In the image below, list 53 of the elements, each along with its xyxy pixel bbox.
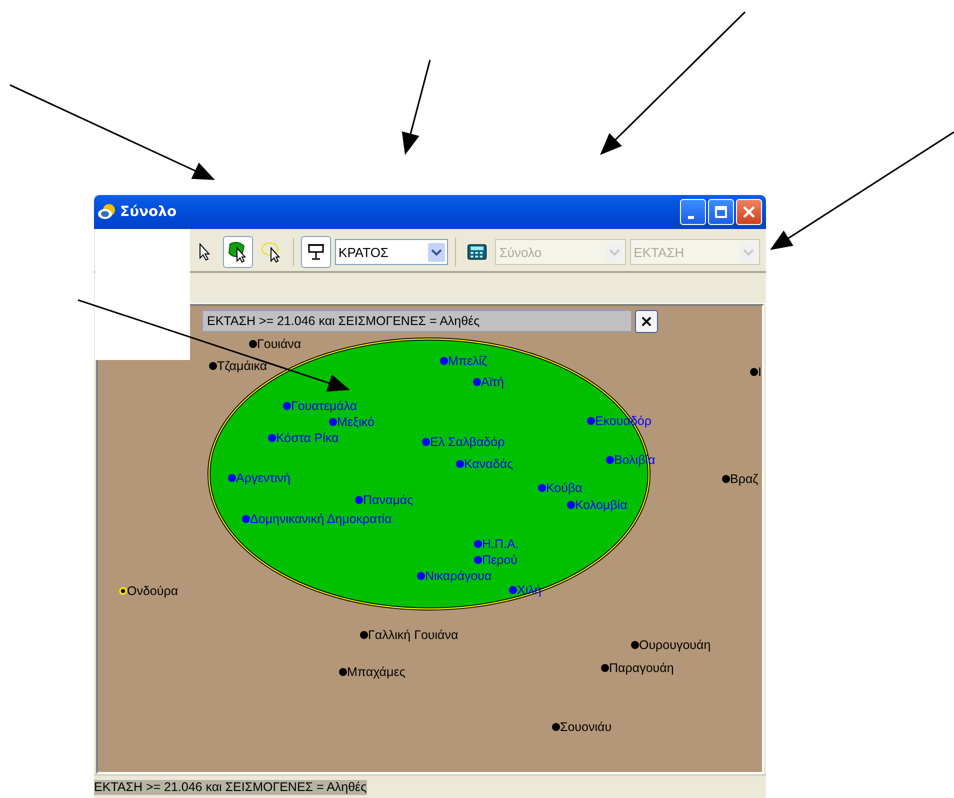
place-label: Καναδάς — [464, 456, 514, 472]
place-label: Γουιάνα — [257, 336, 302, 352]
minimize-button[interactable] — [680, 199, 706, 225]
close-icon — [743, 206, 755, 218]
close-button[interactable] — [635, 310, 658, 333]
close-icon — [641, 316, 652, 327]
minimize-icon — [688, 216, 694, 218]
app-icon — [98, 204, 116, 220]
screen-icon — [306, 243, 325, 261]
place-label: Περού — [482, 552, 518, 568]
place-label: Ελ Σαλβαδόρ — [430, 434, 505, 450]
place-label: Ονδούρα — [127, 583, 178, 599]
place-label: Ουρουγουάη — [639, 637, 711, 653]
map-marker[interactable] — [750, 368, 758, 376]
place-label: Η.Π.Α. — [482, 536, 519, 552]
status-text: ΕΚΤΑΣΗ >= 21.046 και ΣΕΙΣΜΟΓΕΝΕΣ = Αληθές — [94, 780, 367, 795]
place-label: Γαλλική Γουιάνα — [368, 627, 458, 643]
place-label: Δομηνικανική Δημοκρατία — [250, 511, 392, 527]
map-marker[interactable] — [722, 475, 730, 483]
window-title: Σύνολο — [120, 204, 177, 220]
map-marker[interactable] — [601, 664, 609, 672]
map-marker[interactable] — [360, 631, 368, 639]
filter-text: ΕΚΤΑΣΗ >= 21.046 και ΣΕΙΣΜΟΓΕΝΕΣ = Αληθές — [207, 314, 480, 328]
cursor-icon — [196, 243, 213, 261]
place-label: Κόστα Ρίκα — [276, 430, 339, 446]
place-label: Γουατεμάλα — [291, 398, 358, 414]
place-label: Ι — [758, 364, 762, 380]
map-marker[interactable] — [631, 641, 639, 649]
place-label: Μπελίζ — [448, 353, 488, 369]
layer-dropdown[interactable]: ΚΡΑΤΟΣ — [334, 239, 448, 265]
place-label: Κολομβία — [575, 497, 628, 513]
map-marker[interactable] — [119, 587, 127, 595]
place-label: Κούβα — [546, 480, 582, 496]
calculator-icon[interactable] — [467, 243, 488, 261]
place-label: Μπαχάμες — [347, 664, 406, 680]
map-marker[interactable] — [552, 723, 560, 731]
tool-button[interactable] — [223, 236, 253, 268]
map-marker[interactable] — [209, 362, 217, 370]
maximize-button[interactable] — [708, 199, 734, 225]
place-label: Τζαμάικα — [217, 358, 268, 374]
maximize-icon — [715, 206, 727, 218]
place-label: Σουονιάυ — [560, 719, 612, 735]
tool-button[interactable] — [301, 236, 331, 268]
map-marker[interactable] — [249, 340, 257, 348]
place-label: Βραζ — [730, 471, 758, 487]
map-marker[interactable] — [339, 668, 347, 676]
place-label: Νικαράγουα — [425, 568, 492, 584]
place-label: Αργεντινή — [236, 470, 290, 486]
place-label: Παραγουάη — [609, 660, 674, 676]
place-label: Χιλή — [517, 582, 542, 598]
place-label: Παναμάς — [363, 492, 414, 508]
place-label: Αϊτή — [481, 374, 504, 390]
place-label: Μεξικό — [337, 414, 374, 430]
